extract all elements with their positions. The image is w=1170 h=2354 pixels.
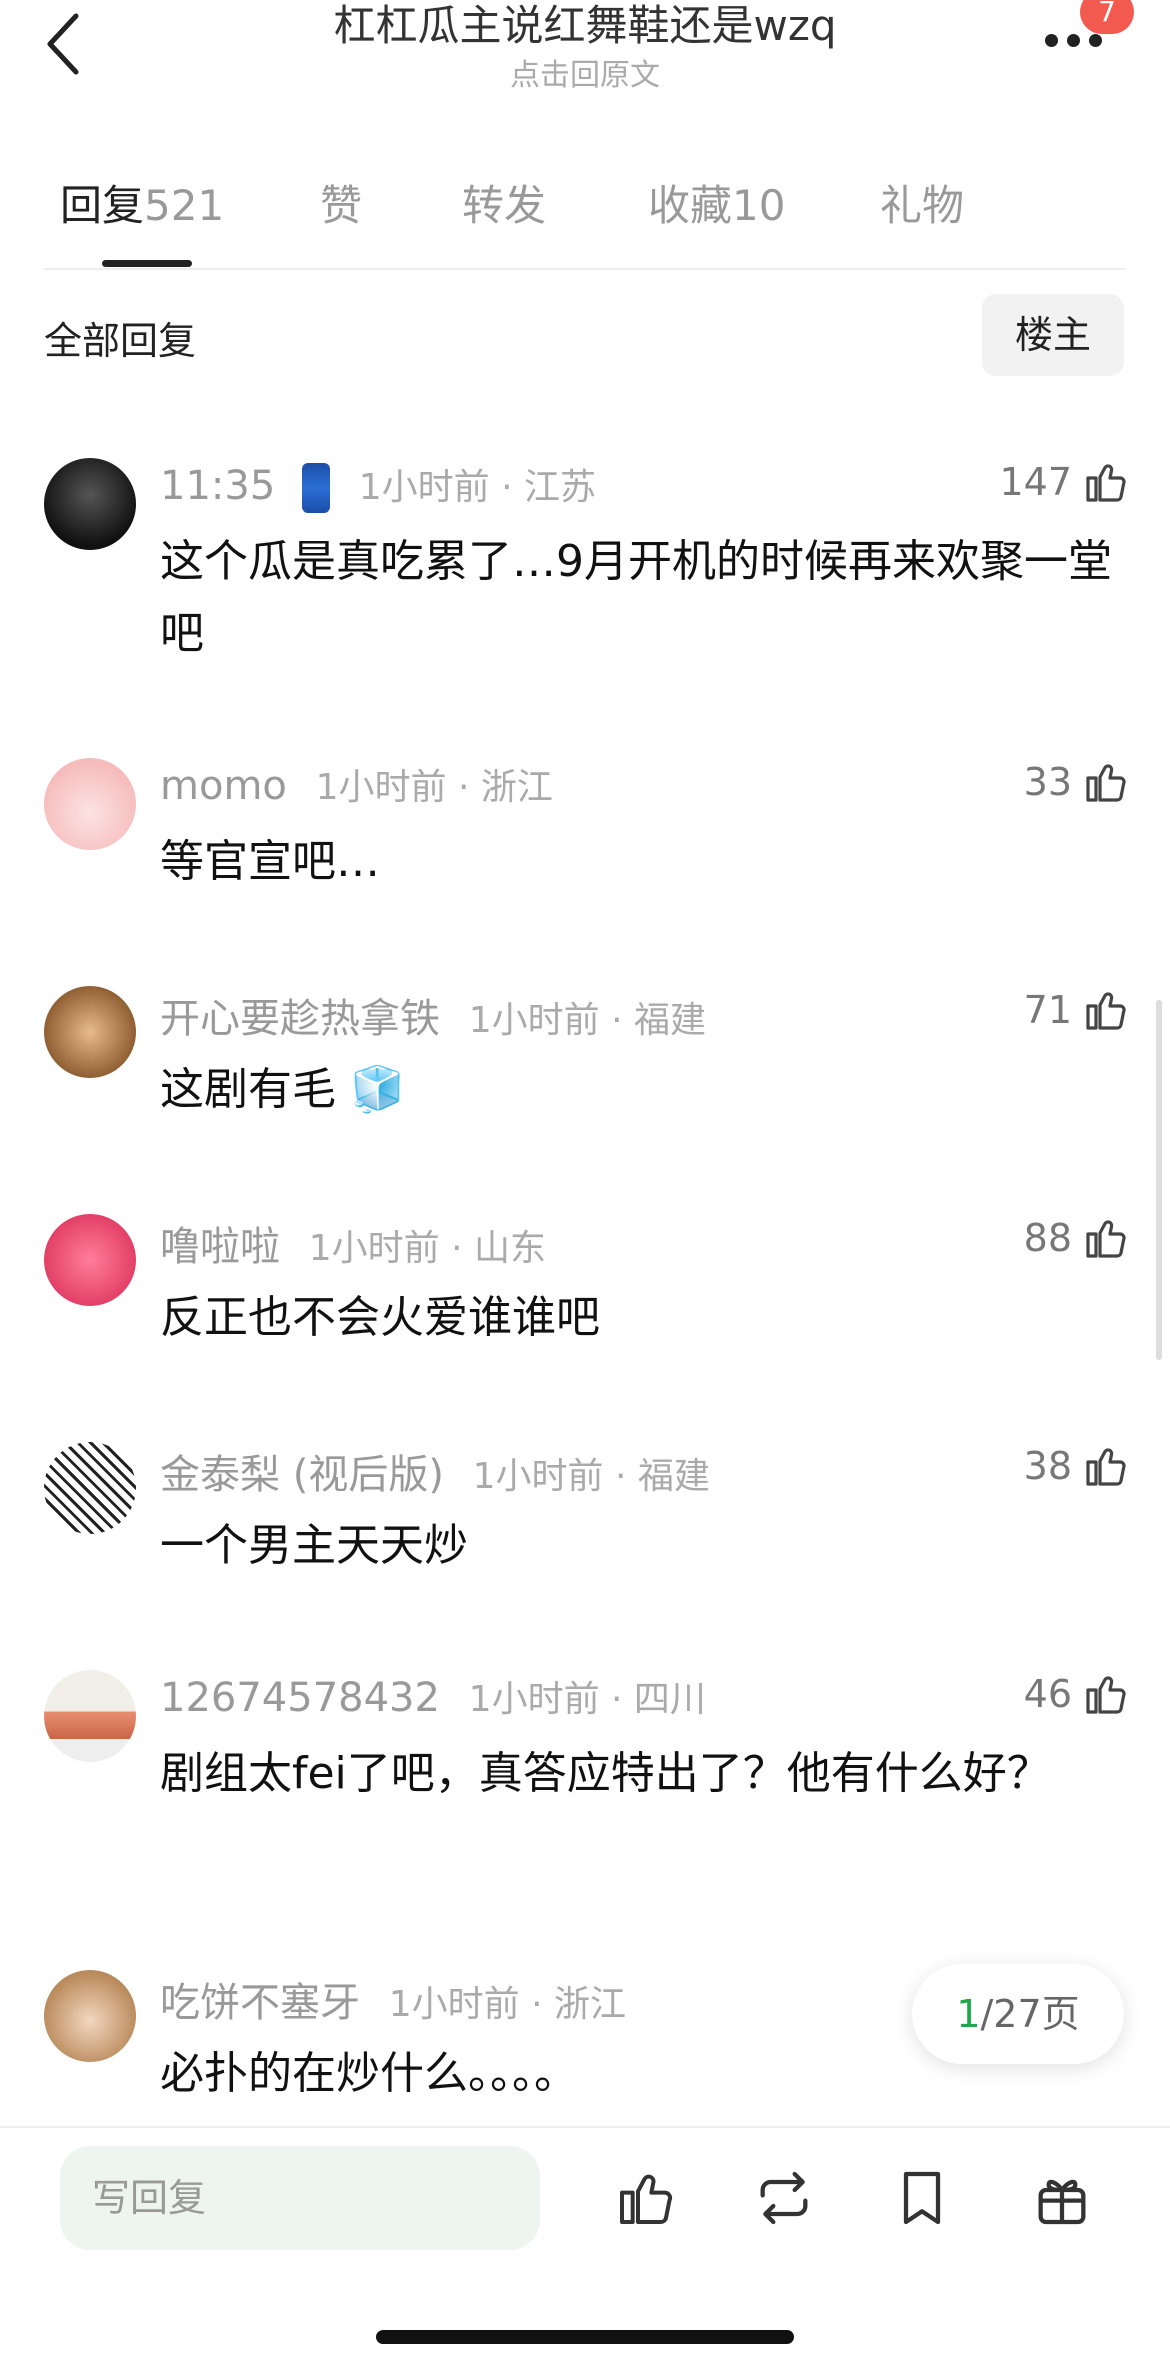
page-title[interactable]: 杠杠瓜主说红舞鞋还是wzq: [0, 0, 1170, 52]
like-count: 38: [1023, 1444, 1072, 1488]
comment-username[interactable]: 金泰梨 (视后版): [160, 1452, 444, 1498]
comment-text: 等官宣吧…: [160, 836, 380, 887]
avatar[interactable]: [44, 1970, 136, 2062]
like-icon: [1086, 1448, 1126, 1486]
page-indicator[interactable]: 1/27页: [912, 1964, 1124, 2064]
like-count: 71: [1023, 988, 1072, 1032]
like-button[interactable]: 46: [1024, 1670, 1130, 1718]
comment-text: 剧组太fei了吧，真答应特出了？他有什么好？: [160, 1748, 1051, 1799]
comment-username[interactable]: 12674578432: [160, 1675, 440, 1721]
comment-username[interactable]: 开心要趁热拿铁: [160, 996, 440, 1042]
comment-time: 1小时前 · 浙江: [388, 1984, 626, 2025]
comment-username[interactable]: 吃饼不塞牙: [160, 1980, 360, 2026]
comment-time: 1小时前 · 浙江: [315, 767, 553, 808]
more-icon: [1045, 34, 1058, 47]
like-icon: [1086, 1220, 1126, 1258]
scrollbar[interactable]: [1156, 1000, 1162, 1360]
like-count: 46: [1023, 1672, 1072, 1716]
gift-button[interactable]: [1030, 2166, 1094, 2230]
avatar[interactable]: [44, 1214, 136, 1306]
total-pages: /27页: [980, 1992, 1080, 2036]
avatar[interactable]: [44, 758, 136, 850]
like-count: 147: [999, 460, 1072, 504]
bookmark-icon: [903, 2171, 941, 2225]
comment-text: 一个男主天天炒: [160, 1520, 468, 1571]
like-icon: [1086, 464, 1126, 502]
tab-replies-label: 回复: [60, 181, 145, 230]
home-indicator[interactable]: [376, 2330, 794, 2344]
like-button[interactable]: 71: [1024, 986, 1130, 1034]
like-count: 33: [1023, 760, 1072, 804]
repost-button[interactable]: [752, 2166, 816, 2230]
tab-likes[interactable]: 赞: [320, 172, 362, 233]
avatar[interactable]: [44, 1670, 136, 1762]
divider: [44, 268, 1126, 270]
tab-gifts-label: 礼物: [880, 181, 965, 230]
like-icon: [1086, 764, 1126, 802]
divider: [0, 2126, 1170, 2128]
notification-badge: 7: [1080, 0, 1134, 34]
tab-reposts-label: 转发: [462, 181, 547, 230]
like-button[interactable]: 33: [1024, 758, 1130, 806]
like-icon: [1086, 1676, 1126, 1714]
avatar[interactable]: [44, 986, 136, 1078]
tab-replies[interactable]: 回复521: [60, 172, 224, 233]
all-replies-label: 全部回复: [44, 319, 197, 363]
tab-favorites[interactable]: 收藏10: [648, 172, 785, 233]
comment-text: 这个瓜是真吃累了…9月开机的时候再来欢聚一堂吧: [160, 536, 1112, 659]
comment-username[interactable]: 11:35: [160, 463, 275, 509]
like-button[interactable]: 38: [1024, 1442, 1130, 1490]
current-page: 1: [956, 1992, 981, 2036]
tab-reposts[interactable]: 转发: [462, 172, 546, 233]
comment-time: 1小时前 · 福建: [468, 1000, 706, 1041]
beer-can-icon: [302, 463, 330, 513]
tab-active-indicator: [102, 260, 192, 267]
like-button[interactable]: 88: [1024, 1214, 1130, 1262]
comment-time: 1小时前 · 福建: [472, 1456, 710, 1497]
comment-time: 1小时前 · 山东: [308, 1228, 546, 1269]
like-post-button[interactable]: [614, 2166, 678, 2230]
like-icon: [620, 2174, 673, 2224]
comment-time: 1小时前 · 江苏: [358, 467, 596, 508]
like-button[interactable]: 147: [999, 458, 1130, 506]
back-to-original-link[interactable]: 点击回原文: [0, 50, 1170, 94]
like-icon: [1086, 992, 1126, 1030]
comment-text: 这剧有毛 🧊: [160, 1064, 405, 1115]
comment-text: 反正也不会火爱谁谁吧: [160, 1292, 600, 1343]
owner-only-button[interactable]: 楼主: [982, 294, 1124, 376]
tab-favorites-count: 10: [732, 181, 786, 230]
comment-time: 1小时前 · 四川: [468, 1679, 706, 1720]
comment-username[interactable]: 噜啦啦: [160, 1224, 280, 1270]
tab-replies-count: 521: [144, 181, 225, 230]
like-count: 88: [1023, 1216, 1072, 1260]
gift-icon: [1038, 2179, 1086, 2225]
bookmark-button[interactable]: [890, 2166, 954, 2230]
tab-favorites-label: 收藏: [648, 181, 733, 230]
tab-likes-label: 赞: [320, 181, 363, 230]
reply-input[interactable]: 写回复: [60, 2146, 540, 2250]
avatar[interactable]: [44, 1442, 136, 1534]
avatar[interactable]: [44, 458, 136, 550]
repost-icon: [760, 2171, 808, 2225]
tab-gifts[interactable]: 礼物: [880, 172, 964, 233]
comment-username[interactable]: momo: [160, 763, 287, 809]
